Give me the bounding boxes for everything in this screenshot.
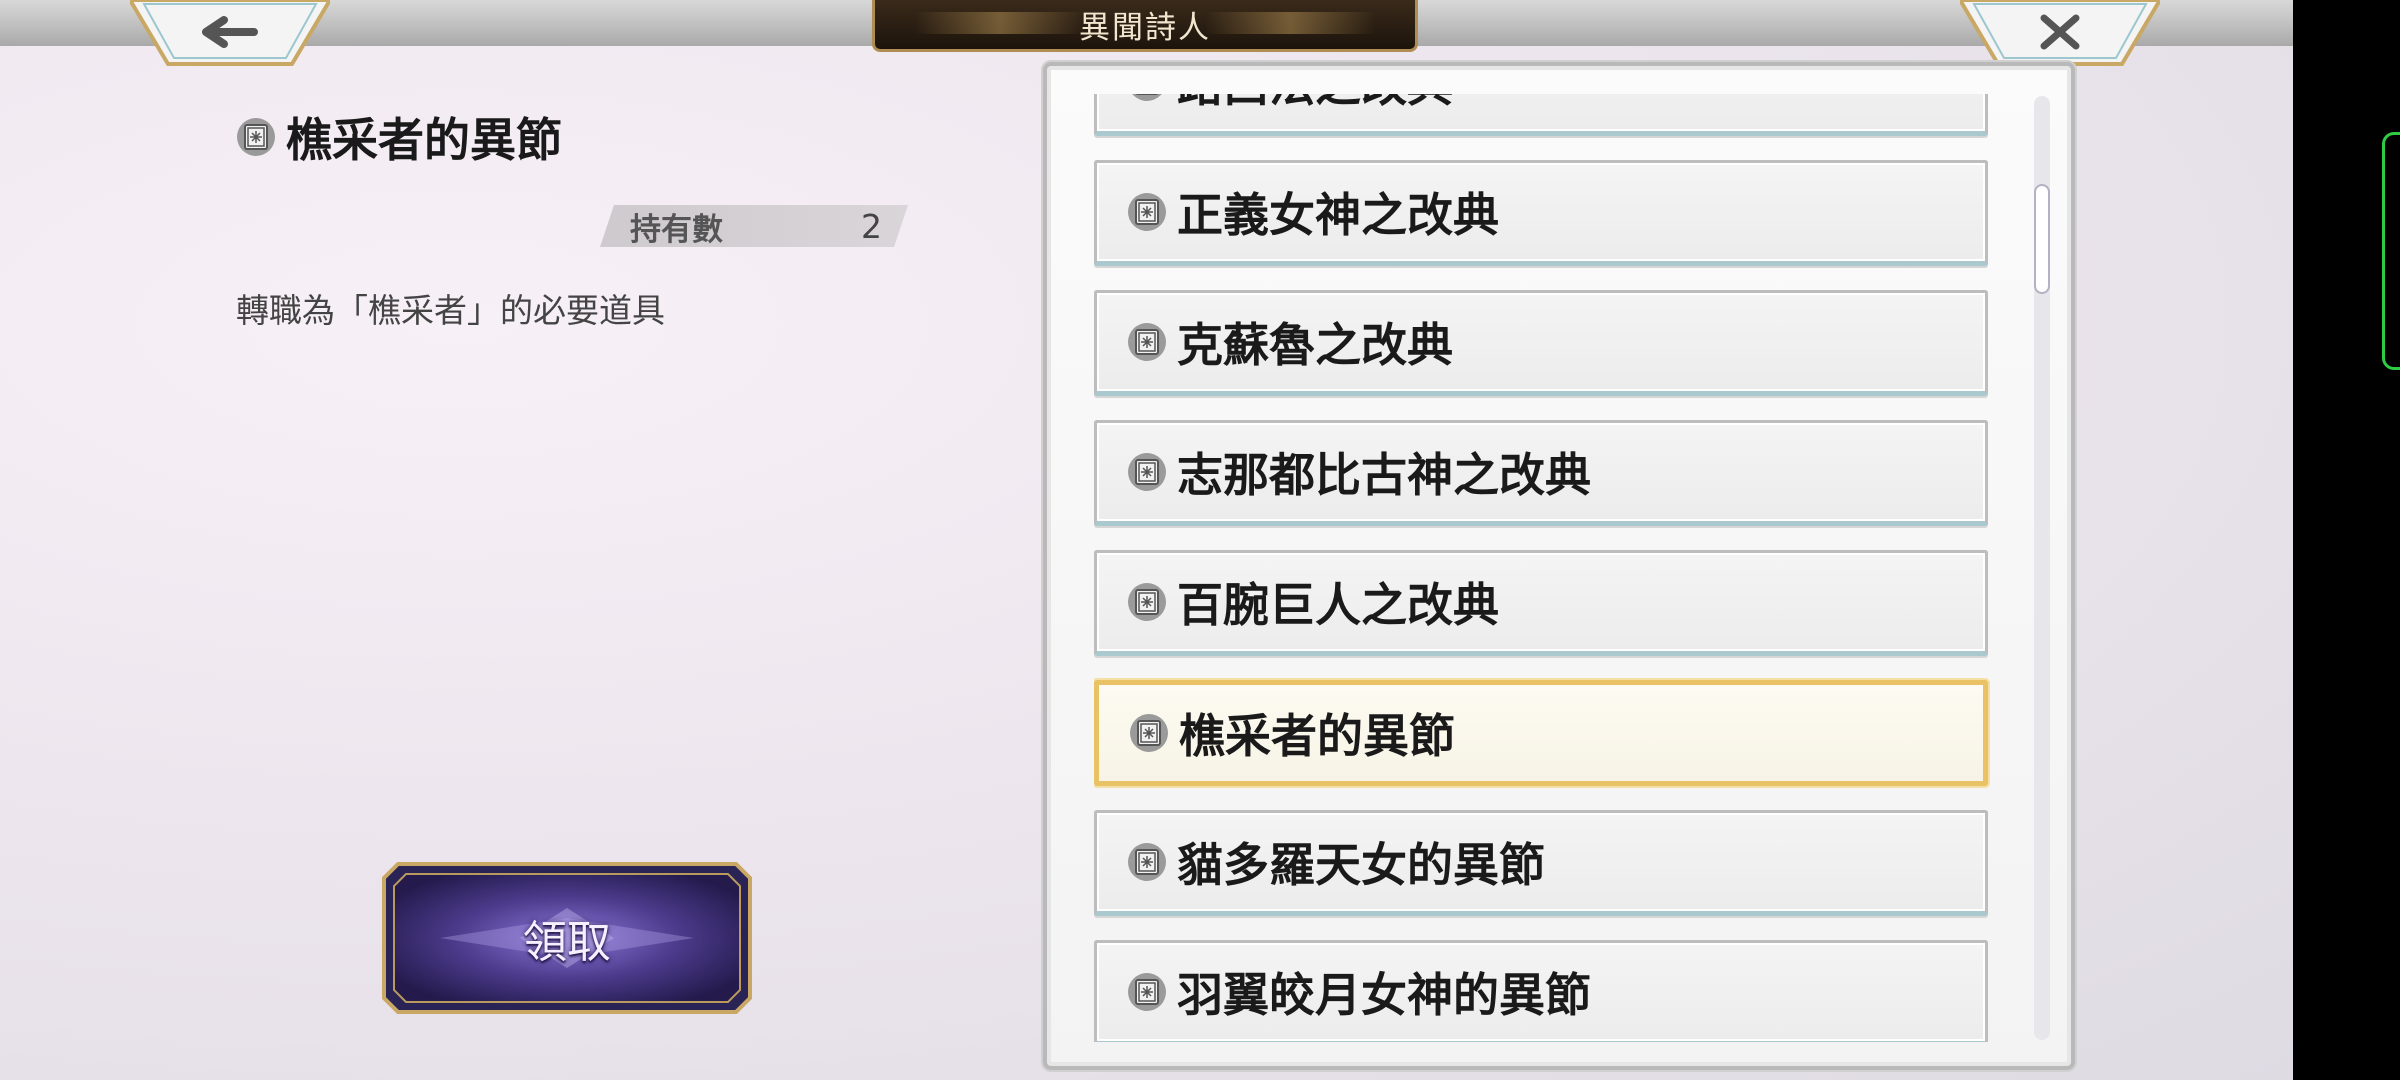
close-button[interactable]: [1960, 0, 2160, 66]
holding-count: 持有數 2: [600, 205, 908, 247]
arrow-left-icon: [130, 0, 330, 66]
book-icon: [1127, 322, 1167, 362]
list-item-label: 樵采者的異節: [1179, 709, 1455, 763]
list-item-label: 貓多羅天女的異節: [1177, 838, 1545, 892]
book-icon: [1129, 713, 1169, 753]
list-item-label: 百腕巨人之改典: [1177, 578, 1499, 632]
game-screen: 異聞詩人 樵采者的異節 持有數 2 轉職為「樵采者」的必要道具 領取 正義女神之…: [0, 0, 2293, 1080]
list-item[interactable]: 貓多羅天女的異節: [1094, 810, 1988, 916]
back-button[interactable]: [130, 0, 330, 66]
book-icon: [1127, 94, 1167, 102]
list-item[interactable]: 志那都比古神之改典: [1094, 420, 1988, 526]
list-item-label: 正義女神之改典: [1177, 188, 1499, 242]
list-item-label: 羽翼皎月女神的異節: [1177, 968, 1591, 1022]
title-plate: 異聞詩人: [872, 0, 1418, 52]
book-icon: [1127, 192, 1167, 232]
claim-button-label: 領取: [523, 917, 611, 968]
book-icon: [1127, 972, 1167, 1012]
book-icon: [1127, 452, 1167, 492]
holding-count-value: 2: [861, 206, 882, 246]
book-icon: [236, 117, 276, 157]
book-icon: [1127, 582, 1167, 622]
holding-count-label: 持有數: [630, 211, 723, 248]
list-scrollbar[interactable]: [2034, 96, 2050, 1040]
item-description: 轉職為「樵采者」的必要道具: [236, 291, 665, 330]
list-item-label: 路西法之改典: [1177, 94, 1453, 115]
list-item[interactable]: 正義女神之改典: [1094, 160, 1988, 266]
book-icon: [1127, 842, 1167, 882]
item-name: 樵采者的異節: [286, 113, 562, 167]
list-item-label: 克蘇魯之改典: [1177, 318, 1453, 372]
item-list[interactable]: 路西法之改典正義女神之改典克蘇魯之改典志那都比古神之改典百腕巨人之改典樵采者的異…: [1094, 94, 1994, 1042]
edge-indicator: [2382, 132, 2400, 370]
list-item[interactable]: 羽翼皎月女神的異節: [1094, 940, 1988, 1042]
list-item[interactable]: 克蘇魯之改典: [1094, 290, 1988, 396]
list-item-selected[interactable]: 樵采者的異節: [1094, 680, 1988, 786]
list-item[interactable]: 百腕巨人之改典: [1094, 550, 1988, 656]
list-item-label: 志那都比古神之改典: [1177, 448, 1591, 502]
list-item[interactable]: 路西法之改典: [1094, 94, 1988, 136]
close-icon: [1960, 0, 2160, 66]
page-title: 異聞詩人: [1079, 10, 1211, 46]
scrollbar-thumb[interactable]: [2034, 184, 2050, 294]
detail-header: 樵采者的異節: [236, 104, 562, 170]
claim-button[interactable]: 領取: [380, 860, 754, 1016]
